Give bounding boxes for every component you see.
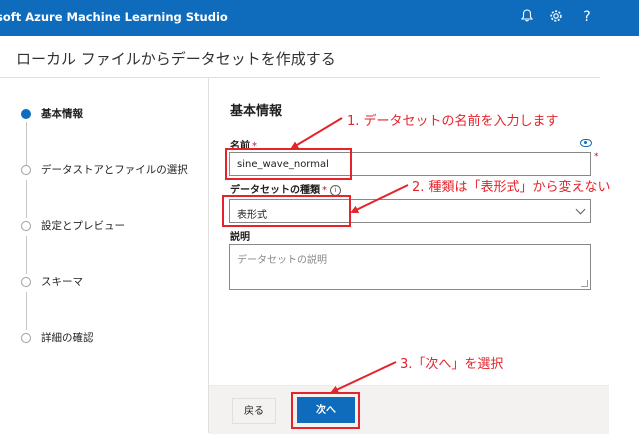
arrow-note-3 xyxy=(330,361,397,394)
annotation-arrows xyxy=(290,117,409,394)
arrow-note-1 xyxy=(290,117,343,150)
arrow-note-2 xyxy=(350,184,409,213)
